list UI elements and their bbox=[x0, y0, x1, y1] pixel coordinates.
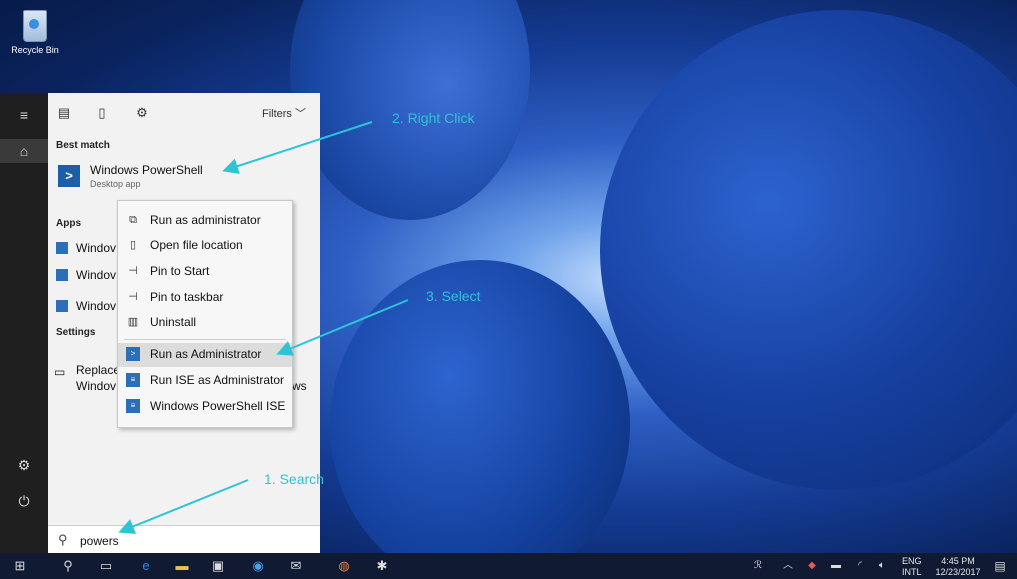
power-icon[interactable]: ⏻ bbox=[12, 489, 36, 513]
chrome-icon[interactable]: ◍ bbox=[334, 556, 354, 576]
edge-browser-icon[interactable]: e bbox=[136, 556, 156, 576]
best-match-title: Windows PowerShell bbox=[90, 163, 203, 177]
filters-dropdown[interactable]: Filters ﹀ bbox=[262, 105, 306, 121]
setting-result-line2: Windov bbox=[76, 379, 117, 393]
settings-gear-icon[interactable]: ⚙ bbox=[12, 453, 36, 477]
pin-icon: ⊣ bbox=[128, 265, 138, 277]
context-item-pin-to-taskbar[interactable]: ⊣ Pin to taskbar bbox=[118, 286, 292, 310]
recycle-bin-icon bbox=[23, 10, 47, 42]
settings-filter-icon[interactable]: ⚙ bbox=[132, 103, 152, 123]
context-item-label: Pin to taskbar bbox=[150, 290, 224, 304]
powershell-ise-icon: ≡ bbox=[126, 399, 140, 413]
file-location-icon: ▯ bbox=[129, 239, 137, 251]
powershell-icon bbox=[56, 300, 68, 312]
taskbar: ⊞ ⚲ ▭ e ▬ ▣ ◉ ✉ ◍ ✱ ℛ ︿ ◆ ▬ ◜ 🔈︎ ENG INT… bbox=[0, 553, 1017, 579]
wallpaper-shape bbox=[330, 260, 630, 579]
best-match-subtitle: Desktop app bbox=[90, 179, 141, 189]
context-item-label: Run as administrator bbox=[150, 213, 261, 227]
apps-filter-icon[interactable]: ▤ bbox=[54, 103, 74, 123]
powershell-icon: > bbox=[58, 165, 80, 187]
powershell-icon bbox=[56, 269, 68, 281]
context-menu: ⧉ Run as administrator ▯ Open file locat… bbox=[117, 200, 293, 428]
context-menu-separator bbox=[124, 339, 286, 340]
best-match-item[interactable]: > Windows PowerShell Desktop app bbox=[54, 157, 312, 199]
search-filter-bar: ▤ ▯ ⚙ Filters ﹀ bbox=[48, 93, 320, 135]
search-input[interactable] bbox=[78, 532, 282, 550]
task-view-icon[interactable]: ▭ bbox=[96, 556, 116, 576]
clock-date: 12/23/2017 bbox=[935, 567, 981, 577]
annotation-step-3: 3. Select bbox=[426, 288, 481, 304]
annotation-step-2: 2. Right Click bbox=[392, 110, 475, 126]
context-item-label: Pin to Start bbox=[150, 264, 210, 278]
app-result-item[interactable]: Windov bbox=[54, 297, 124, 317]
setting-result-tail: ws bbox=[292, 379, 307, 393]
search-bar[interactable]: ⚲ bbox=[48, 525, 320, 554]
powershell-ise-icon: ≡ bbox=[126, 373, 140, 387]
context-item-label: Run ISE as Administrator bbox=[150, 373, 285, 387]
clock-time: 4:45 PM bbox=[941, 556, 975, 566]
context-item-pin-to-start[interactable]: ⊣ Pin to Start bbox=[118, 260, 292, 284]
language-top: ENG bbox=[902, 556, 922, 566]
notifications-icon[interactable]: ▤ bbox=[990, 556, 1010, 576]
volume-icon[interactable]: 🔈︎ bbox=[872, 556, 892, 576]
apps-heading: Apps bbox=[56, 218, 81, 229]
run-as-admin-icon: ⧉ bbox=[129, 214, 137, 226]
people-icon[interactable]: ℛ bbox=[748, 556, 768, 576]
powershell-icon: > bbox=[126, 347, 140, 361]
home-icon[interactable]: ⌂ bbox=[0, 139, 48, 163]
search-icon: ⚲ bbox=[58, 532, 68, 547]
context-item-powershell-ise[interactable]: ≡ Windows PowerShell ISE bbox=[118, 395, 292, 419]
setting-result-line1: Replace bbox=[76, 363, 121, 377]
chevron-down-icon: ﹀ bbox=[295, 108, 306, 120]
clock[interactable]: 4:45 PM 12/23/2017 bbox=[930, 553, 986, 579]
best-match-heading: Best match bbox=[56, 140, 110, 151]
annotation-step-1: 1. Search bbox=[264, 471, 324, 487]
powershell-icon bbox=[56, 242, 68, 254]
start-rail: ≡ ⌂ ⚙ ⏻ bbox=[0, 93, 48, 553]
settings-heading: Settings bbox=[56, 327, 96, 338]
file-explorer-icon[interactable]: ▬ bbox=[172, 556, 192, 576]
context-item-run-as-administrator[interactable]: ⧉ Run as administrator bbox=[118, 209, 292, 233]
trash-icon: ▥ bbox=[127, 316, 139, 328]
context-item-uninstall[interactable]: ▥ Uninstall bbox=[118, 311, 292, 335]
language-bottom: INTL bbox=[902, 567, 922, 577]
antivirus-tray-icon[interactable]: ◆ bbox=[802, 556, 822, 576]
context-item-label: Uninstall bbox=[150, 315, 197, 329]
language-indicator[interactable]: ENG INTL bbox=[902, 553, 932, 579]
mail-icon[interactable]: ✉ bbox=[286, 556, 306, 576]
context-item-label: Run as Administrator bbox=[150, 347, 262, 361]
chevron-up-icon[interactable]: ︿ bbox=[778, 556, 798, 576]
wallpaper-shape bbox=[600, 10, 1017, 490]
documents-filter-icon[interactable]: ▯ bbox=[92, 103, 112, 123]
settings-app-icon[interactable]: ◉ bbox=[248, 556, 268, 576]
context-item-label: Windows PowerShell ISE bbox=[150, 399, 286, 413]
context-item-run-ise-as-administrator[interactable]: ≡ Run ISE as Administrator bbox=[118, 369, 292, 393]
pin-icon: ⊣ bbox=[128, 291, 138, 303]
filters-label: Filters bbox=[261, 108, 292, 120]
app-result-item[interactable]: Windov bbox=[54, 266, 124, 286]
context-item-open-file-location[interactable]: ▯ Open file location bbox=[118, 234, 292, 258]
recycle-bin[interactable]: Recycle Bin bbox=[8, 10, 62, 55]
context-item-run-as-administrator-ps[interactable]: > Run as Administrator bbox=[118, 343, 292, 367]
windows-start-icon[interactable]: ⊞ bbox=[10, 556, 30, 576]
wifi-icon[interactable]: ◜ bbox=[850, 556, 870, 576]
recycle-bin-label: Recycle Bin bbox=[11, 45, 59, 55]
store-icon[interactable]: ▣ bbox=[208, 556, 228, 576]
monitor-icon: ▭ bbox=[54, 365, 66, 379]
battery-icon[interactable]: ▬ bbox=[826, 556, 846, 576]
app-result-item[interactable]: Windov bbox=[54, 239, 124, 259]
search-icon[interactable]: ⚲ bbox=[58, 556, 78, 576]
context-item-label: Open file location bbox=[150, 238, 243, 252]
app-icon[interactable]: ✱ bbox=[372, 556, 392, 576]
hamburger-menu-icon[interactable]: ≡ bbox=[12, 103, 36, 127]
